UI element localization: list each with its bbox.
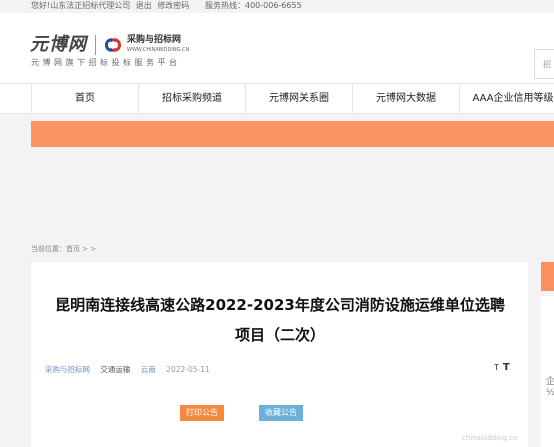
partner-logo[interactable]: 采购与招标网 WWW.CHINABIDDING.CN	[127, 35, 197, 55]
nav-item-home[interactable]: 首页	[31, 84, 138, 113]
logo-divider	[95, 35, 96, 55]
main-nav: 首页 招标采购频道 元博网关系圈 元博网大数据 AAA企业信用等级	[0, 83, 554, 114]
nav-item-credit-rating[interactable]: AAA企业信用等级	[459, 84, 554, 113]
top-bar: 您好!山东法正招标代理公司 退出 修改密码 服务热线：400-006-6655	[0, 0, 554, 13]
breadcrumb: 当前位置：首页 > >	[31, 244, 96, 254]
article-card: 昆明南连接线高速公路2022-2023年度公司消防设施运维单位选聘项目（二次） …	[31, 262, 528, 447]
breadcrumb-home-link[interactable]: 首页	[66, 245, 80, 253]
font-size-switcher: TT	[494, 362, 510, 373]
promo-banner[interactable]	[31, 121, 554, 147]
watermark: chinabidding.cn	[462, 434, 518, 442]
nav-item-bidding-channel[interactable]: 招标采购频道	[138, 84, 245, 113]
sidebar-glyph: 企	[546, 377, 554, 387]
font-large-button[interactable]: T	[503, 362, 510, 373]
change-password-link[interactable]: 修改密码	[157, 1, 189, 10]
print-button[interactable]: 打印公告	[180, 405, 224, 421]
breadcrumb-tail: > >	[80, 245, 97, 253]
service-hotline: 服务热线：400-006-6655	[205, 1, 302, 10]
partner-url: WWW.CHINABIDDING.CN	[127, 47, 190, 53]
favorite-button[interactable]: 收藏公告	[259, 405, 303, 421]
site-slogan: 元博网旗下招标投标服务平台	[31, 58, 181, 67]
sidebar-glyph: ½	[546, 388, 554, 398]
yuanbo-logo[interactable]: 元博网	[30, 33, 92, 57]
chinabidding-logo-icon	[105, 38, 121, 52]
nav-item-big-data[interactable]: 元博网大数据	[352, 84, 459, 113]
article-title: 昆明南连接线高速公路2022-2023年度公司消防设施运维单位选聘项目（二次）	[55, 296, 505, 344]
user-greeting: 您好!山东法正招标代理公司 退出 修改密码	[31, 0, 192, 12]
sidebar-panel: 企 ½	[541, 296, 554, 447]
font-small-button[interactable]: T	[494, 363, 499, 372]
partner-name: 采购与招标网	[127, 35, 182, 45]
article-date: 2022-05-11	[166, 365, 210, 374]
article-meta: 采购与招标网 交通运输 云南 2022-05-11	[45, 364, 218, 375]
article-region[interactable]: 云南	[141, 365, 156, 374]
article-category: 交通运输	[100, 365, 131, 374]
greeting-text: 您好!	[31, 1, 51, 10]
article-source[interactable]: 采购与招标网	[45, 365, 90, 374]
sidebar-header	[541, 262, 554, 291]
nav-item-network[interactable]: 元博网关系圈	[245, 84, 352, 113]
logout-link[interactable]: 退出	[136, 1, 152, 10]
breadcrumb-prefix: 当前位置：	[31, 245, 66, 253]
search-input[interactable]: 招	[534, 49, 554, 79]
site-header: 元博网 采购与招标网 WWW.CHINABIDDING.CN 元博网旗下招标投标…	[0, 13, 554, 83]
company-name: 山东法正招标代理公司	[50, 1, 131, 10]
